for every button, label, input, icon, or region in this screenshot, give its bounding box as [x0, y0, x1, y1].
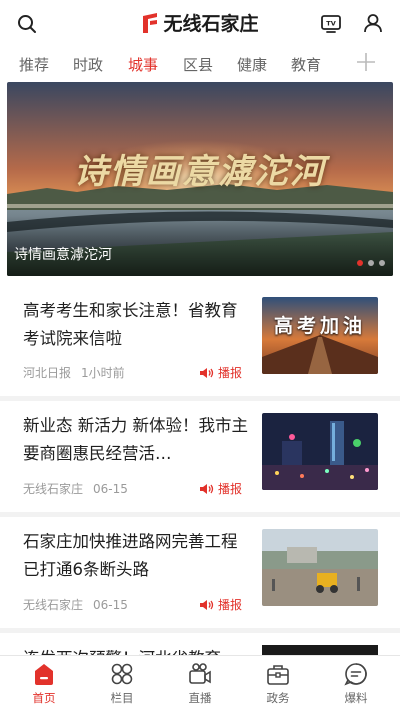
category-tabs: 推荐 时政 城事 区县 健康 教育 [0, 46, 400, 80]
camera-icon [189, 663, 211, 684]
user-icon[interactable] [362, 12, 384, 34]
broadcast-label: 播报 [218, 482, 243, 496]
news-source: 无线石家庄 [23, 482, 84, 496]
news-thumbnail: 高考加油 [262, 297, 378, 374]
app-title: 无线石家庄 [163, 13, 259, 35]
news-time: 06-15 [93, 482, 128, 496]
tab-city[interactable]: 城事 [128, 54, 158, 75]
svg-text:TV: TV [326, 20, 335, 28]
broadcast-button[interactable]: 播报 [199, 364, 242, 381]
news-thumbnail [262, 413, 378, 490]
banner-pager [357, 260, 385, 266]
logo-mark-icon [143, 12, 158, 33]
home-icon [35, 664, 53, 685]
news-source: 河北日报 [23, 366, 72, 380]
news-source: 无线石家庄 [23, 598, 84, 612]
broadcast-button[interactable]: 播报 [199, 480, 242, 497]
speaker-icon [200, 483, 214, 494]
broadcast-label: 播报 [218, 366, 243, 380]
nav-label: 政务 [266, 691, 290, 705]
tab-education[interactable]: 教育 [291, 54, 321, 75]
pager-dot[interactable] [379, 260, 385, 266]
news-item[interactable]: 连发两次预警！河北省教育 [0, 633, 400, 655]
briefcase-icon [267, 665, 289, 685]
news-title: 连发两次预警！河北省教育 [23, 645, 248, 655]
bottom-nav: 首页 栏目 直播 政务 爆料 [0, 655, 400, 711]
broadcast-label: 播报 [218, 598, 243, 612]
add-tab-icon[interactable] [354, 50, 378, 74]
nav-label: 直播 [188, 691, 212, 705]
news-time: 1小时前 [81, 366, 125, 380]
broadcast-button[interactable]: 播报 [199, 596, 242, 613]
news-title: 高考考生和家长注意！省教育考试院来信啦 [23, 301, 238, 348]
news-meta: 河北日报 1小时前 [23, 364, 125, 381]
grid-icon [111, 663, 133, 685]
app-header: 无线石家庄 TV [0, 0, 400, 46]
nav-home[interactable]: 首页 [14, 661, 74, 706]
chat-icon [344, 663, 367, 686]
speaker-icon [200, 367, 214, 378]
nav-label: 栏目 [110, 691, 134, 705]
news-thumbnail [262, 529, 378, 606]
tab-health[interactable]: 健康 [237, 54, 267, 75]
banner-caption: 诗情画意滹沱河 [14, 247, 112, 263]
news-meta: 无线石家庄 06-15 [23, 596, 128, 613]
nav-government[interactable]: 政务 [248, 661, 308, 706]
pager-dot[interactable] [357, 260, 363, 266]
news-item[interactable]: 石家庄加快推进路网完善工程 已打通6条断头路 无线石家庄 06-15 播报 [0, 517, 400, 633]
news-title: 新业态 新活力 新体验！我市主要商圈惠民经营活… [23, 416, 248, 463]
tv-icon[interactable]: TV [320, 12, 342, 34]
news-title: 石家庄加快推进路网完善工程 已打通6条断头路 [23, 532, 238, 579]
pager-dot[interactable] [368, 260, 374, 266]
news-meta: 无线石家庄 06-15 [23, 480, 128, 497]
tab-districts[interactable]: 区县 [183, 54, 213, 75]
banner-overlay-title: 诗情画意滹沱河 [74, 152, 326, 192]
nav-columns[interactable]: 栏目 [92, 661, 152, 706]
thumbnail-text: 高考加油 [273, 315, 366, 337]
nav-label: 首页 [32, 691, 56, 705]
featured-banner[interactable]: 诗情画意滹沱河 诗情画意滹沱河 [7, 82, 393, 276]
nav-live[interactable]: 直播 [170, 661, 230, 706]
news-item[interactable]: 高考考生和家长注意！省教育考试院来信啦 河北日报 1小时前 播报 高考加油 [0, 285, 400, 401]
news-thumbnail [262, 645, 378, 655]
nav-label: 爆料 [344, 691, 368, 705]
tab-recommend[interactable]: 推荐 [19, 54, 49, 75]
news-time: 06-15 [93, 598, 128, 612]
nav-tips[interactable]: 爆料 [326, 661, 386, 706]
news-item[interactable]: 新业态 新活力 新体验！我市主要商圈惠民经营活… 无线石家庄 06-15 播报 [0, 401, 400, 517]
tab-politics[interactable]: 时政 [73, 54, 103, 75]
speaker-icon [200, 599, 214, 610]
